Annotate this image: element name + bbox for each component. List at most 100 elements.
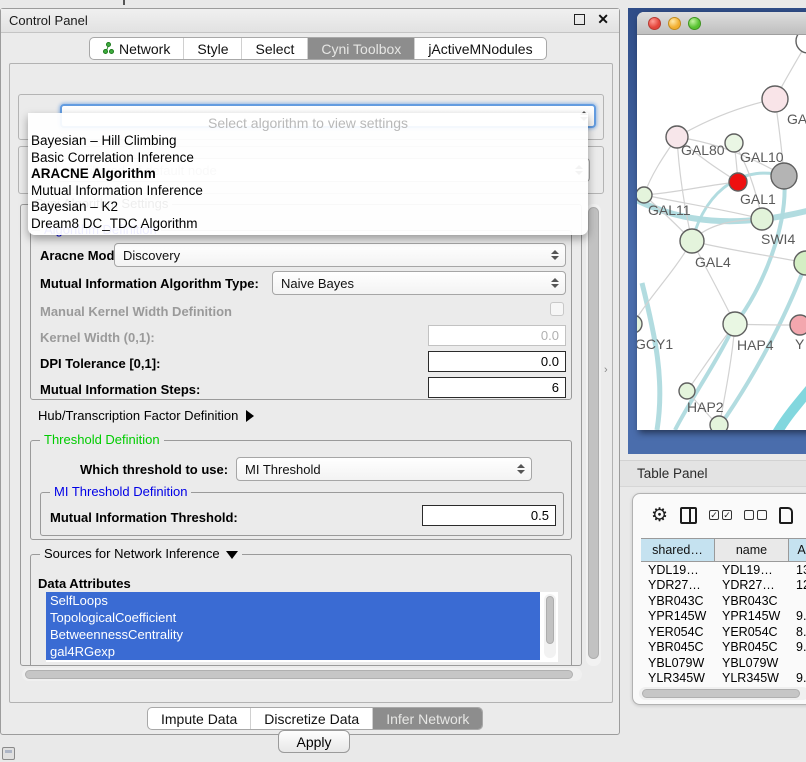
gear-icon[interactable]: ⚙	[651, 506, 668, 525]
tab-infer-network[interactable]: Infer Network	[373, 708, 482, 729]
node-label-swi4: SWI4	[761, 231, 795, 247]
tab-network-label: Network	[119, 41, 170, 57]
table-row[interactable]: YER054C YER054C 8.	[641, 624, 806, 640]
hub-definition-expander[interactable]: Hub/Transcription Factor Definition	[38, 408, 254, 423]
node-label-hap2: HAP2	[687, 399, 724, 415]
dropdown-item-selected[interactable]: ARACNE Algorithm	[28, 166, 588, 183]
select-all-checkboxes-icon[interactable]: ✓✓	[709, 510, 732, 520]
tab-impute-data[interactable]: Impute Data	[148, 708, 251, 729]
mi-threshold-input[interactable]: 0.5	[422, 505, 556, 526]
cyni-tab-content: gal filtered.sif default node Select alg…	[9, 63, 613, 703]
dropdown-placeholder: Select algorithm to view settings	[28, 115, 588, 133]
network-graph: GAL GAL80 GAL10 GAL1 GAL11 SWI4 GAL4 GCY…	[637, 35, 806, 430]
control-panel-title: Control Panel	[9, 13, 88, 28]
attribute-item[interactable]: TopologicalCoefficient	[46, 609, 540, 626]
node-label-gcy1: GCY1	[637, 336, 673, 352]
tab-select-label: Select	[255, 41, 294, 57]
table-header-row: shared… name A	[641, 538, 806, 562]
node-label-gal10: GAL10	[740, 149, 784, 165]
column-header-shared-name[interactable]: shared…	[641, 539, 715, 561]
apply-button-label: Apply	[296, 734, 331, 750]
tab-cyni-toolbox[interactable]: Cyni Toolbox	[308, 38, 415, 59]
apply-button[interactable]: Apply	[278, 730, 350, 753]
threshold-definition-title: Threshold Definition	[40, 432, 164, 447]
tab-network[interactable]: Network	[90, 38, 184, 59]
tab-impute-data-label: Impute Data	[161, 711, 237, 727]
top-edge-tick	[123, 0, 125, 5]
mi-algorithm-type-combo[interactable]: Naive Bayes	[272, 271, 566, 295]
manual-kernel-width-label: Manual Kernel Width Definition	[40, 304, 232, 319]
table-toolbar: ⚙ ✓✓	[633, 494, 806, 536]
minimized-panel-icon[interactable]	[2, 747, 15, 760]
app-root: Control Panel ✕ Network Style Select Cyn…	[0, 0, 806, 762]
columns-icon[interactable]	[680, 507, 697, 524]
table-row[interactable]: YBR045C YBR045C 9.	[641, 640, 806, 656]
dropdown-item[interactable]: Basic Correlation Inference	[28, 150, 588, 167]
node-label-gal1: GAL1	[740, 191, 776, 207]
attribute-item[interactable]: BetweennessCentrality	[46, 626, 540, 643]
table-panel-title: Table Panel	[637, 466, 708, 481]
settings-vertical-scrollbar[interactable]	[586, 204, 601, 666]
attribute-list-scrollbar[interactable]	[544, 594, 556, 658]
chevron-right-icon	[246, 410, 254, 422]
which-threshold-value: MI Threshold	[245, 462, 321, 477]
minimize-traffic-light-icon[interactable]	[668, 17, 681, 30]
close-icon[interactable]: ✕	[597, 11, 609, 28]
node-label-gal80: GAL80	[681, 142, 725, 158]
node-label-gal4: GAL4	[695, 254, 731, 270]
mi-threshold-label: Mutual Information Threshold:	[50, 510, 238, 525]
dropdown-item[interactable]: Mutual Information Inference	[28, 183, 588, 200]
control-panel-header: Control Panel ✕	[1, 9, 619, 33]
export-table-icon[interactable]	[779, 507, 793, 524]
kernel-width-input[interactable]: 0.0	[428, 325, 566, 346]
tab-select[interactable]: Select	[242, 38, 308, 59]
tab-style[interactable]: Style	[184, 38, 242, 59]
attribute-item[interactable]: SelfLoops	[46, 592, 540, 609]
attribute-item[interactable]: gal4RGexp	[46, 643, 540, 660]
dropdown-item[interactable]: Bayesian – K2	[28, 199, 588, 216]
which-threshold-combo[interactable]: MI Threshold	[236, 457, 532, 481]
table-row[interactable]: YPR145W YPR145W 9.	[641, 609, 806, 625]
node-label-gal11: GAL11	[648, 202, 691, 218]
zoom-traffic-light-icon[interactable]	[688, 17, 701, 30]
data-attributes-list: SelfLoops TopologicalCoefficient Between…	[46, 592, 558, 662]
data-attributes-label: Data Attributes	[38, 576, 131, 591]
dpi-tolerance-label: DPI Tolerance [0,1]:	[40, 356, 160, 371]
stepper-icon	[515, 458, 527, 480]
column-header-name[interactable]: name	[715, 539, 789, 561]
kernel-width-value: 0.0	[541, 328, 559, 343]
aracne-mode-combo[interactable]: Discovery	[114, 243, 566, 267]
table-row[interactable]: YBR043C YBR043C	[641, 593, 806, 609]
dpi-tolerance-input[interactable]: 0.0	[428, 351, 566, 372]
settings-horizontal-scrollbar[interactable]	[22, 668, 582, 681]
tab-discretize-data[interactable]: Discretize Data	[251, 708, 373, 729]
mi-steps-value: 6	[552, 380, 559, 395]
dropdown-item[interactable]: Bayesian – Hill Climbing	[28, 133, 588, 150]
manual-kernel-width-checkbox[interactable]	[550, 302, 564, 316]
table-body[interactable]: YDL19… YDL19… 13 YDR27… YDR27… 12 YBR043…	[641, 562, 806, 684]
table-row[interactable]: YDL19… YDL19… 13	[641, 562, 806, 578]
deselect-all-checkboxes-icon[interactable]	[744, 510, 767, 520]
close-traffic-light-icon[interactable]	[648, 17, 661, 30]
bottom-tab-bar: Impute Data Discretize Data Infer Networ…	[147, 707, 483, 730]
tab-style-label: Style	[197, 41, 228, 57]
mi-threshold-value: 0.5	[531, 508, 549, 523]
tab-jactivemnodules[interactable]: jActiveMNodules	[415, 38, 545, 59]
network-canvas[interactable]: GAL GAL80 GAL10 GAL1 GAL11 SWI4 GAL4 GCY…	[637, 35, 806, 430]
table-row[interactable]: YBL079W YBL079W	[641, 655, 806, 671]
kernel-width-label: Kernel Width (0,1):	[40, 330, 155, 345]
mi-steps-input[interactable]: 6	[428, 377, 566, 398]
table-panel-window: ⚙ ✓✓ shared… name A YDL19… YDL	[632, 493, 806, 705]
tab-cyni-toolbox-label: Cyni Toolbox	[321, 41, 401, 57]
dropdown-item[interactable]: Dream8 DC_TDC Algorithm	[28, 216, 588, 233]
top-tab-bar: Network Style Select Cyni Toolbox jActiv…	[89, 37, 547, 60]
tab-discretize-data-label: Discretize Data	[264, 711, 359, 727]
float-window-icon[interactable]	[574, 14, 585, 25]
network-icon	[103, 42, 114, 55]
network-window[interactable]: GAL GAL80 GAL10 GAL1 GAL11 SWI4 GAL4 GCY…	[637, 12, 806, 430]
splitter-handle[interactable]: ›	[604, 364, 608, 376]
table-row[interactable]: YDR27… YDR27… 12	[641, 578, 806, 594]
column-header-partial[interactable]: A	[789, 539, 806, 561]
table-row[interactable]: YLR345W YLR345W 9.	[641, 671, 806, 685]
table-horizontal-scrollbar[interactable]	[639, 687, 806, 700]
